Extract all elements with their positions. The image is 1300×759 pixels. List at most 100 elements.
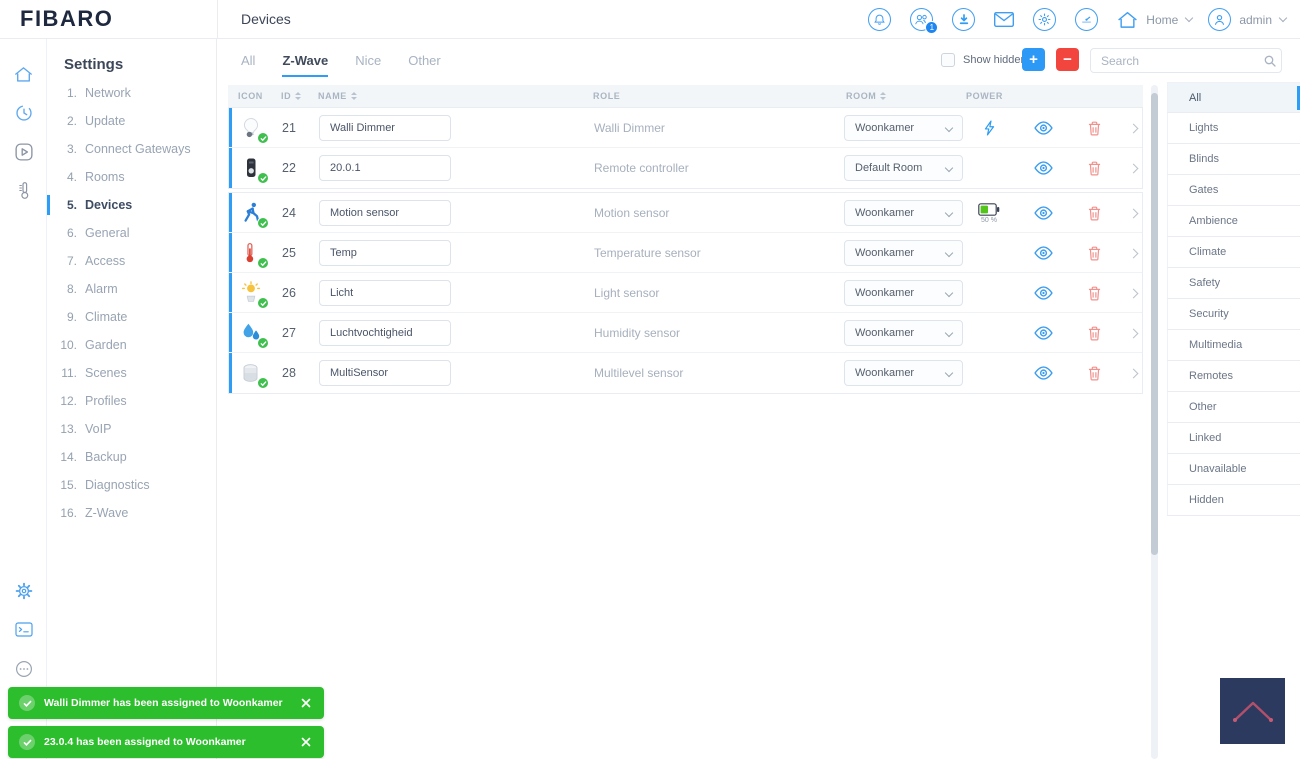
- room-select[interactable]: Woonkamer: [844, 360, 963, 386]
- sidebar-item-scenes[interactable]: 11. Scenes: [47, 359, 217, 387]
- sidebar-item-garden[interactable]: 10. Garden: [47, 331, 217, 359]
- device-name-input[interactable]: [319, 115, 451, 141]
- filter-linked[interactable]: Linked: [1167, 423, 1300, 454]
- room-select[interactable]: Woonkamer: [844, 280, 963, 306]
- filter-blinds[interactable]: Blinds: [1167, 144, 1300, 175]
- sidebar-item-connect-gateways[interactable]: 3. Connect Gateways: [47, 135, 217, 163]
- filter-all[interactable]: All: [1167, 82, 1300, 113]
- filter-multimedia[interactable]: Multimedia: [1167, 330, 1300, 361]
- tab-nice[interactable]: Nice: [355, 39, 381, 82]
- scrollbar-thumb[interactable]: [1151, 93, 1158, 555]
- remove-device-button[interactable]: −: [1056, 48, 1079, 71]
- row-expand-chevron[interactable]: [1123, 233, 1143, 273]
- delete-trash-icon[interactable]: [1082, 353, 1106, 393]
- rail-climate-thermometer-icon[interactable]: [0, 181, 47, 200]
- filter-hidden[interactable]: Hidden: [1167, 485, 1300, 516]
- row-expand-chevron[interactable]: [1123, 108, 1143, 148]
- row-expand-chevron[interactable]: [1123, 273, 1143, 313]
- filter-other[interactable]: Other: [1167, 392, 1300, 423]
- search-input[interactable]: [1091, 53, 1264, 68]
- room-select[interactable]: Default Room: [844, 155, 963, 181]
- visibility-eye-icon[interactable]: [1029, 353, 1057, 393]
- visibility-eye-icon[interactable]: [1029, 273, 1057, 313]
- sidebar-item-rooms[interactable]: 4. Rooms: [47, 163, 217, 191]
- show-hidden-checkbox[interactable]: [941, 53, 955, 67]
- scroll-top-corner-button[interactable]: [1220, 678, 1285, 744]
- account-menu[interactable]: admin: [1208, 8, 1288, 31]
- rail-home-icon[interactable]: [0, 66, 47, 83]
- sidebar-item-devices[interactable]: 5. Devices: [47, 191, 217, 219]
- mail-envelope-icon[interactable]: [994, 12, 1015, 27]
- rail-history-clock-icon[interactable]: [0, 104, 47, 122]
- row-expand-chevron[interactable]: [1123, 193, 1143, 233]
- rail-settings-gear-icon[interactable]: [0, 582, 47, 600]
- toast-close-icon[interactable]: [299, 696, 313, 710]
- visibility-eye-icon[interactable]: [1029, 313, 1057, 353]
- filter-gates[interactable]: Gates: [1167, 175, 1300, 206]
- home-selector[interactable]: Home: [1117, 11, 1194, 29]
- filter-security[interactable]: Security: [1167, 299, 1300, 330]
- visibility-eye-icon[interactable]: [1029, 108, 1057, 148]
- download-update-icon[interactable]: [952, 8, 976, 31]
- delete-trash-icon[interactable]: [1082, 193, 1106, 233]
- visibility-eye-icon[interactable]: [1029, 233, 1057, 273]
- visibility-eye-icon[interactable]: [1029, 193, 1057, 233]
- show-hidden-control[interactable]: Show hidden: [933, 53, 1027, 67]
- alarm-bell-icon[interactable]: [868, 8, 892, 31]
- device-name-input[interactable]: [319, 360, 451, 386]
- sidebar-item-voip[interactable]: 13. VoIP: [47, 415, 217, 443]
- delete-trash-icon[interactable]: [1082, 233, 1106, 273]
- room-select[interactable]: Woonkamer: [844, 115, 963, 141]
- users-icon[interactable]: 1: [910, 8, 939, 34]
- tab-all[interactable]: All: [241, 39, 255, 82]
- row-expand-chevron[interactable]: [1123, 313, 1143, 353]
- delete-trash-icon[interactable]: [1082, 313, 1106, 353]
- toast-close-icon[interactable]: [299, 735, 313, 749]
- filter-safety[interactable]: Safety: [1167, 268, 1300, 299]
- sidebar-item-general[interactable]: 6. General: [47, 219, 217, 247]
- table-row-28: 28 Multilevel sensor Woonkamer: [229, 353, 1142, 393]
- row-expand-chevron[interactable]: [1123, 353, 1143, 393]
- tab-other[interactable]: Other: [408, 39, 441, 82]
- delete-trash-icon[interactable]: [1082, 148, 1106, 188]
- diagnostics-gauge-icon[interactable]: [1075, 8, 1099, 31]
- sidebar-item-access[interactable]: 7. Access: [47, 247, 217, 275]
- sidebar-item-network[interactable]: 1. Network: [47, 79, 217, 107]
- device-name-input[interactable]: [319, 280, 451, 306]
- filter-lights[interactable]: Lights: [1167, 113, 1300, 144]
- room-select[interactable]: Woonkamer: [844, 320, 963, 346]
- device-ok-badge: [257, 377, 269, 389]
- mains-power-icon: [967, 108, 1011, 148]
- col-room[interactable]: ROOM: [846, 85, 887, 107]
- add-device-button[interactable]: +: [1022, 48, 1045, 71]
- device-name-input[interactable]: [319, 155, 451, 181]
- sidebar-item-backup[interactable]: 14. Backup: [47, 443, 217, 471]
- rail-terminal-icon[interactable]: [0, 622, 47, 637]
- vertical-scrollbar[interactable]: [1151, 85, 1158, 759]
- device-name-input[interactable]: [319, 320, 451, 346]
- device-name-input[interactable]: [319, 240, 451, 266]
- col-name[interactable]: NAME: [318, 85, 357, 107]
- rail-media-play-icon[interactable]: [0, 143, 47, 161]
- col-id[interactable]: ID: [281, 85, 302, 107]
- sidebar-item-profiles[interactable]: 12. Profiles: [47, 387, 217, 415]
- sidebar-item-alarm[interactable]: 8. Alarm: [47, 275, 217, 303]
- visibility-eye-icon[interactable]: [1029, 148, 1057, 188]
- settings-gear-icon[interactable]: [1033, 8, 1057, 31]
- sidebar-item-zwave[interactable]: 16. Z-Wave: [47, 499, 217, 527]
- room-select[interactable]: Woonkamer: [844, 200, 963, 226]
- filter-ambience[interactable]: Ambience: [1167, 206, 1300, 237]
- rail-more-dots-icon[interactable]: [0, 660, 47, 678]
- device-name-input[interactable]: [319, 200, 451, 226]
- filter-remotes[interactable]: Remotes: [1167, 361, 1300, 392]
- filter-unavailable[interactable]: Unavailable: [1167, 454, 1300, 485]
- filter-climate[interactable]: Climate: [1167, 237, 1300, 268]
- sidebar-item-update[interactable]: 2. Update: [47, 107, 217, 135]
- delete-trash-icon[interactable]: [1082, 108, 1106, 148]
- delete-trash-icon[interactable]: [1082, 273, 1106, 313]
- sidebar-item-climate[interactable]: 9. Climate: [47, 303, 217, 331]
- row-expand-chevron[interactable]: [1123, 148, 1143, 188]
- tab-zwave[interactable]: Z-Wave: [282, 39, 328, 82]
- sidebar-item-diagnostics[interactable]: 15. Diagnostics: [47, 471, 217, 499]
- room-select[interactable]: Woonkamer: [844, 240, 963, 266]
